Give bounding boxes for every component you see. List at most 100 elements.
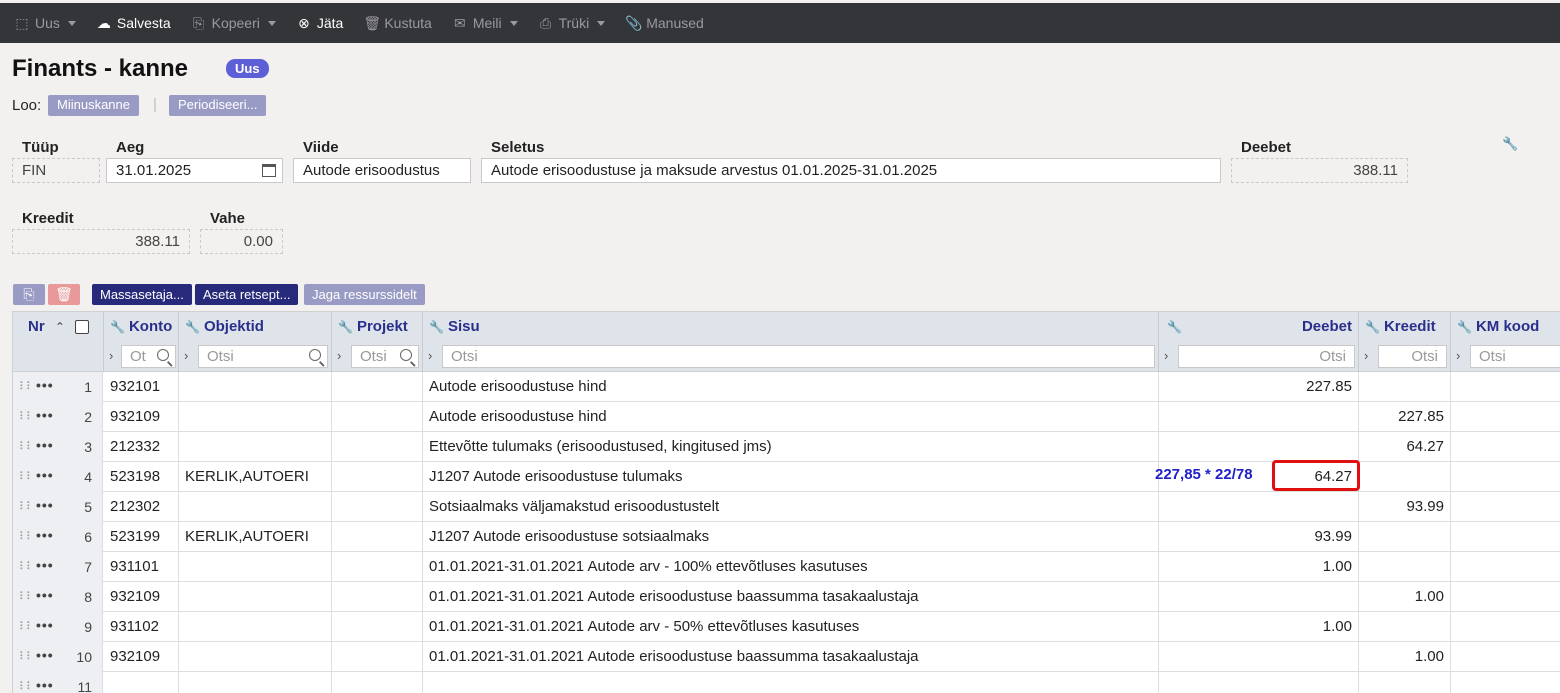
header-objektid[interactable]: 🔧 Objektid xyxy=(179,312,332,342)
more-options-icon[interactable]: ••• xyxy=(36,407,54,423)
cell-kreedit[interactable] xyxy=(1359,522,1451,552)
table-row[interactable]: ⠇⠇ ••• 3 212332 Ettevõtte tulumaks (erisoodu… xyxy=(13,432,1560,462)
select-all-checkbox[interactable] xyxy=(75,320,90,335)
cell-objektid[interactable] xyxy=(179,672,332,693)
sort-asc-icon[interactable]: ⌃ xyxy=(55,320,65,334)
mail-button[interactable]: ✉ Meili xyxy=(452,3,518,43)
table-row[interactable]: ⠇⠇ ••• 6 523199 KERLIK,AUTOERI J1207 Autode e… xyxy=(13,522,1560,552)
cell-sisu[interactable]: 01.01.2021-31.01.2021 Autode erisoodustu… xyxy=(423,582,1159,612)
cell-objektid[interactable]: KERLIK,AUTOERI xyxy=(179,522,332,552)
cell-kreedit[interactable] xyxy=(1359,672,1451,693)
more-options-icon[interactable]: ••• xyxy=(36,467,54,483)
cell-sisu[interactable] xyxy=(423,672,1159,693)
header-kreedit[interactable]: 🔧 Kreedit xyxy=(1359,312,1451,342)
wrench-icon[interactable]: 🔧 xyxy=(1457,320,1472,334)
cell-deebet[interactable] xyxy=(1159,582,1359,612)
drag-handle-icon[interactable]: ⠇⠇ xyxy=(19,470,34,483)
cell-sisu[interactable]: Autode erisoodustuse hind xyxy=(423,402,1159,432)
cell-sisu[interactable]: 01.01.2021-31.01.2021 Autode erisoodustu… xyxy=(423,642,1159,672)
drag-handle-icon[interactable]: ⠇⠇ xyxy=(19,380,34,393)
cell-projekt[interactable] xyxy=(332,432,423,462)
cell-objektid[interactable] xyxy=(179,612,332,642)
cell-projekt[interactable] xyxy=(332,372,423,402)
cell-kreedit[interactable] xyxy=(1359,462,1451,492)
cell-projekt[interactable] xyxy=(332,492,423,522)
drag-handle-icon[interactable]: ⠇⠇ xyxy=(19,500,34,513)
filter-deebet-input[interactable]: Otsi xyxy=(1178,345,1355,368)
drag-handle-icon[interactable]: ⠇⠇ xyxy=(19,560,34,573)
attachments-button[interactable]: 📎 Manused xyxy=(625,3,704,43)
cell-konto[interactable]: 212332 xyxy=(104,432,179,462)
cell-km[interactable] xyxy=(1451,582,1560,612)
cell-projekt[interactable] xyxy=(332,672,423,693)
cell-projekt[interactable] xyxy=(332,642,423,672)
cell-konto[interactable]: 212302 xyxy=(104,492,179,522)
cell-projekt[interactable] xyxy=(332,402,423,432)
share-resources-button[interactable]: Jaga ressurssidelt xyxy=(304,284,425,305)
table-row[interactable]: ⠇⠇ ••• 9 931102 01.01.2021-31.01.2021 Autode… xyxy=(13,612,1560,642)
cell-deebet[interactable]: 227.85 xyxy=(1159,372,1359,402)
header-sisu[interactable]: 🔧 Sisu xyxy=(423,312,1159,342)
table-row[interactable]: ⠇⠇ ••• 7 931101 01.01.2021-31.01.2021 Autode… xyxy=(13,552,1560,582)
cell-km[interactable] xyxy=(1451,522,1560,552)
cell-deebet[interactable] xyxy=(1159,642,1359,672)
cell-sisu[interactable]: J1207 Autode erisoodustuse sotsiaalmaks xyxy=(423,522,1159,552)
copy-rows-button[interactable]: ⎘ xyxy=(13,284,45,305)
table-row[interactable]: ⠇⠇ ••• 10 932109 01.01.2021-31.01.2021 Autod… xyxy=(13,642,1560,672)
more-options-icon[interactable]: ••• xyxy=(36,587,54,603)
delete-button[interactable]: 🗑 Kustuta xyxy=(363,3,431,43)
cell-kreedit[interactable]: 1.00 xyxy=(1359,642,1451,672)
cell-konto[interactable]: 931102 xyxy=(104,612,179,642)
cell-km[interactable] xyxy=(1451,642,1560,672)
cell-km[interactable] xyxy=(1451,672,1560,693)
cell-deebet[interactable] xyxy=(1159,672,1359,693)
cell-km[interactable] xyxy=(1451,372,1560,402)
cell-konto[interactable]: 931101 xyxy=(104,552,179,582)
copy-button[interactable]: ⎘ Kopeeri xyxy=(191,3,276,43)
filter-kreedit-input[interactable]: Otsi xyxy=(1378,345,1447,368)
more-options-icon[interactable]: ••• xyxy=(36,377,54,393)
cell-kreedit[interactable]: 64.27 xyxy=(1359,432,1451,462)
cell-km[interactable] xyxy=(1451,402,1560,432)
cell-projekt[interactable] xyxy=(332,582,423,612)
cell-projekt[interactable] xyxy=(332,552,423,582)
cell-km[interactable] xyxy=(1451,432,1560,462)
cell-deebet[interactable] xyxy=(1159,402,1359,432)
cell-kreedit[interactable]: 93.99 xyxy=(1359,492,1451,522)
cell-konto[interactable]: 932109 xyxy=(104,642,179,672)
chevron-right-icon[interactable]: › xyxy=(1456,348,1460,363)
cell-deebet[interactable] xyxy=(1159,492,1359,522)
chevron-right-icon[interactable]: › xyxy=(337,348,341,363)
drag-handle-icon[interactable]: ⠇⠇ xyxy=(19,620,34,633)
header-km-kood[interactable]: 🔧 KM kood xyxy=(1451,312,1560,342)
header-deebet[interactable]: 🔧 Deebet xyxy=(1159,312,1359,342)
cell-konto[interactable]: 523199 xyxy=(104,522,179,552)
filter-konto-input[interactable]: Ot xyxy=(121,345,176,368)
table-row[interactable]: ⠇⠇ ••• 5 212302 Sotsiaalmaks väljamakstud er… xyxy=(13,492,1560,522)
wrench-icon[interactable]: 🔧 xyxy=(1365,320,1380,334)
filter-objektid-input[interactable]: Otsi xyxy=(198,345,328,368)
header-konto[interactable]: 🔧 Konto xyxy=(104,312,179,342)
cell-konto[interactable]: 932109 xyxy=(104,402,179,432)
drag-handle-icon[interactable]: ⠇⠇ xyxy=(19,440,34,453)
cell-projekt[interactable] xyxy=(332,462,423,492)
insert-recipe-button[interactable]: Aseta retsept... xyxy=(195,284,299,305)
reference-field[interactable]: Autode erisoodustus xyxy=(293,158,471,183)
new-button[interactable]: ⬚ Uus xyxy=(14,3,76,43)
cell-konto[interactable]: 932109 xyxy=(104,582,179,612)
cell-objektid[interactable] xyxy=(179,372,332,402)
drag-handle-icon[interactable]: ⠇⠇ xyxy=(19,590,34,603)
cell-projekt[interactable] xyxy=(332,522,423,552)
cell-objektid[interactable] xyxy=(179,582,332,612)
cell-konto[interactable] xyxy=(104,672,179,693)
cell-sisu[interactable]: 01.01.2021-31.01.2021 Autode arv - 50% e… xyxy=(423,612,1159,642)
chevron-right-icon[interactable]: › xyxy=(109,348,113,363)
more-options-icon[interactable]: ••• xyxy=(36,617,54,633)
credit-note-button[interactable]: Miinuskanne xyxy=(48,95,139,116)
wrench-icon[interactable]: 🔧 xyxy=(110,320,125,334)
cell-objektid[interactable]: KERLIK,AUTOERI xyxy=(179,462,332,492)
cell-sisu[interactable]: Sotsiaalmaks väljamakstud erisoodustuste… xyxy=(423,492,1159,522)
cell-kreedit[interactable]: 227.85 xyxy=(1359,402,1451,432)
cell-deebet[interactable]: 1.00 xyxy=(1159,612,1359,642)
cell-objektid[interactable] xyxy=(179,402,332,432)
